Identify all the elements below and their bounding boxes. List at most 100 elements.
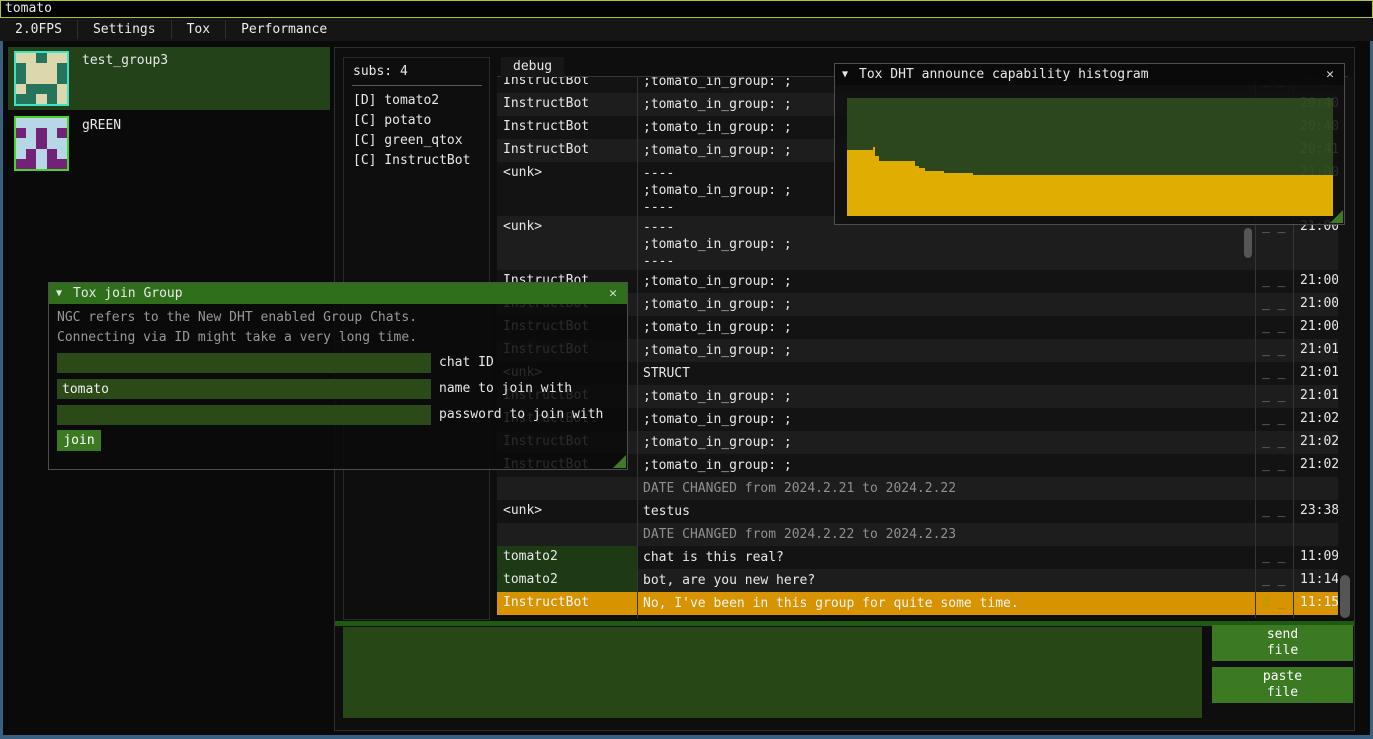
date-changed-row[interactable]: DATE CHANGED from 2024.2.22 to 2024.2.23: [497, 523, 1338, 546]
subs-member[interactable]: [C] green_qtox: [353, 131, 470, 151]
join-name-label: name to join with: [439, 379, 572, 399]
date-changed-row[interactable]: DATE CHANGED from 2024.2.21 to 2024.2.22: [497, 477, 1338, 500]
send-file-button[interactable]: send file: [1212, 625, 1353, 661]
collapse-arrow-icon[interactable]: ▼: [56, 283, 62, 304]
message-text: ;tomato_in_group: ;: [643, 388, 1251, 405]
resize-grip[interactable]: [1330, 210, 1343, 223]
subs-member[interactable]: [C] InstructBot: [353, 151, 470, 171]
chat-message-row[interactable]: tomato2bot, are you new here?_ _11:14: [497, 569, 1338, 592]
chat-id-input[interactable]: [57, 353, 431, 373]
menu-bar: 2.0FPSSettingsToxPerformance: [0, 18, 1373, 41]
message-text: testus: [643, 503, 1251, 520]
dht-capability-histogram-plot[interactable]: [847, 98, 1333, 216]
message-text: chat is this real?: [643, 549, 1251, 566]
ngc-description-line: NGC refers to the New DHT enabled Group …: [57, 308, 417, 328]
message-cell-scrollbar-handle[interactable]: [1244, 228, 1252, 258]
subs-member[interactable]: [D] tomato2: [353, 91, 470, 111]
message-text: ;tomato_in_group: ;: [643, 319, 1251, 336]
message-timestamp: 21:02: [1300, 411, 1339, 426]
collapse-arrow-icon[interactable]: ▼: [842, 64, 848, 85]
message-status-flags: _ _: [1262, 411, 1294, 426]
message-status-flags: _ _: [1262, 319, 1294, 334]
subs-member[interactable]: [C] potato: [353, 111, 470, 131]
menu-item-performance[interactable]: Performance: [226, 18, 342, 41]
date-changed-text: DATE CHANGED from 2024.2.22 to 2024.2.23: [643, 526, 1251, 543]
message-status-flags: d _: [1262, 595, 1294, 610]
app-root: tomato 2.0FPSSettingsToxPerformance test…: [0, 0, 1373, 739]
sender-name: <unk>: [503, 503, 633, 518]
paste-file-button[interactable]: paste file: [1212, 667, 1353, 703]
window-frame-left: [0, 18, 3, 739]
histogram-bar: [973, 175, 1333, 216]
sender-name: InstructBot: [503, 595, 633, 610]
message-timestamp: 21:00: [1300, 319, 1339, 334]
join-group-title: Tox join Group: [73, 283, 183, 304]
message-timestamp: 11:09: [1300, 549, 1339, 564]
histogram-bar: [925, 171, 944, 216]
message-timestamp: 21:01: [1300, 388, 1339, 403]
message-timestamp: 21:00: [1300, 273, 1339, 288]
message-timestamp: 21:01: [1300, 365, 1339, 380]
sender-name: <unk>: [503, 219, 633, 234]
chat-message-row[interactable]: tomato2 chat is this real? _ _ 11:09: [497, 546, 1338, 569]
window-title: tomato: [5, 1, 52, 16]
histogram-bar: [879, 161, 915, 216]
sender-name: InstructBot: [503, 77, 633, 88]
resize-grip[interactable]: [613, 455, 626, 468]
message-status-flags: _ _: [1262, 342, 1294, 357]
tab-debug[interactable]: debug: [501, 57, 564, 77]
close-icon[interactable]: ✕: [1321, 64, 1339, 85]
join-group-titlebar[interactable]: ▼ Tox join Group ✕: [49, 283, 627, 304]
subs-member-list: [D] tomato2[C] potato[C] green_qtox[C] I…: [353, 91, 470, 171]
message-timestamp: 11:15: [1300, 595, 1339, 610]
message-text: ---- ;tomato_in_group: ; ----: [643, 219, 1251, 270]
message-text: ;tomato_in_group: ;: [643, 434, 1251, 451]
date-changed-text: DATE CHANGED from 2024.2.21 to 2024.2.22: [643, 480, 1251, 497]
join-name-input[interactable]: [57, 379, 431, 399]
dht-histogram-titlebar[interactable]: ▼ Tox DHT announce capability histogram …: [835, 64, 1344, 85]
chat-composer-splitter[interactable]: [335, 621, 1354, 626]
message-timestamp: 21:01: [1300, 342, 1339, 357]
message-status-flags: _ _: [1262, 549, 1294, 564]
window-frame-bottom: [0, 735, 1373, 739]
sender-name: <unk>: [503, 165, 633, 180]
message-status-flags: _ _: [1262, 434, 1294, 449]
message-text: STRUCT: [643, 365, 1251, 382]
histogram-bar: [944, 173, 973, 216]
message-text: ;tomato_in_group: ;: [643, 342, 1251, 359]
subs-separator: [352, 85, 482, 86]
join-group-window: ▼ Tox join Group ✕ NGC refers to the New…: [48, 282, 628, 470]
group-name-label: gREEN: [82, 118, 121, 133]
group-avatar-identicon: [14, 116, 69, 171]
join-password-input[interactable]: [57, 405, 431, 425]
sidebar-item-gREEN[interactable]: gREEN: [8, 112, 330, 175]
group-name-label: test_group3: [82, 53, 168, 68]
column-divider[interactable]: [637, 77, 638, 618]
message-timestamp: 11:14: [1300, 572, 1339, 587]
menu-item-tox[interactable]: Tox: [172, 18, 225, 41]
os-titlebar[interactable]: tomato: [0, 0, 1373, 18]
dht-histogram-title: Tox DHT announce capability histogram: [859, 64, 1149, 85]
message-text: bot, are you new here?: [643, 572, 1251, 589]
close-icon[interactable]: ✕: [604, 283, 622, 304]
sender-name: InstructBot: [503, 96, 633, 111]
menu-item-settings[interactable]: Settings: [78, 18, 171, 41]
join-button[interactable]: join: [57, 430, 101, 451]
join-password-label: password to join with: [439, 405, 603, 425]
message-text: No, I've been in this group for quite so…: [643, 595, 1251, 612]
message-timestamp: 21:02: [1300, 457, 1339, 472]
histogram-bar: [847, 150, 873, 216]
ngc-description-line: Connecting via ID might take a very long…: [57, 328, 417, 348]
sidebar-item-test_group3[interactable]: test_group3: [8, 47, 330, 110]
dht-histogram-window: ▼ Tox DHT announce capability histogram …: [834, 63, 1345, 225]
subs-count-label: subs: 4: [353, 64, 408, 79]
sender-name: InstructBot: [503, 119, 633, 134]
group-avatar-identicon: [14, 51, 69, 106]
sender-name: tomato2: [503, 549, 633, 564]
chat-message-row[interactable]: <unk>testus_ _23:38: [497, 500, 1338, 523]
message-text: ;tomato_in_group: ;: [643, 296, 1251, 313]
chat-message-row[interactable]: InstructBot No, I've been in this group f…: [497, 592, 1338, 615]
message-timestamp: 21:00: [1300, 296, 1339, 311]
message-input[interactable]: [343, 627, 1202, 718]
chat-scrollbar-handle[interactable]: [1340, 575, 1350, 618]
